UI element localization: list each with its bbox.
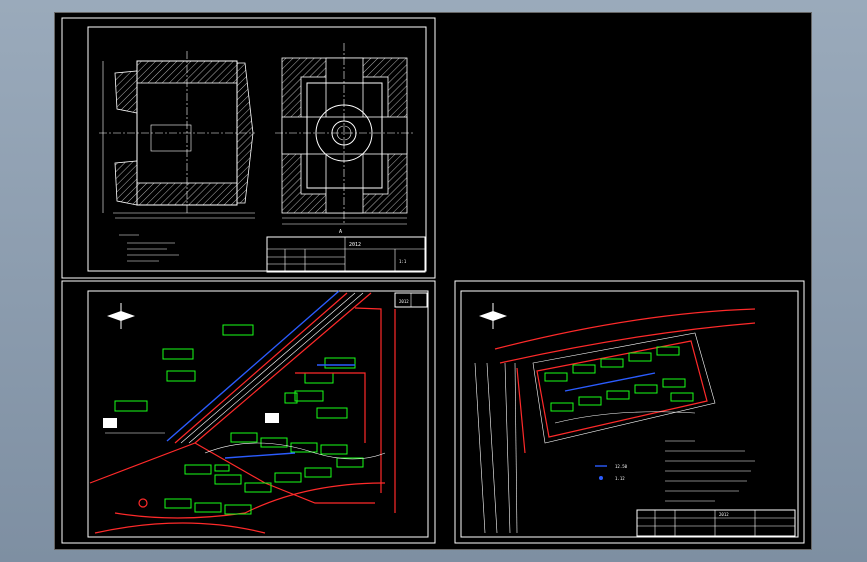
title-block-right-number: 2012	[719, 512, 729, 517]
part-top-view: A	[275, 43, 415, 235]
main-road	[89, 290, 396, 534]
right-notes	[665, 440, 755, 502]
title-block-left-number: 2012	[399, 299, 409, 304]
right-legend: 12.50 1.12	[595, 464, 628, 481]
legend-value-1: 12.50	[615, 464, 628, 469]
cad-drawing-canvas[interactable]: A 2012 1:1 12.50 1.12 2012 2012	[54, 12, 812, 550]
sheet-right-frame	[454, 280, 805, 544]
building-blocks	[114, 324, 364, 515]
section-label: A	[339, 229, 342, 235]
sheet-right[interactable]: 12.50 1.12 2012	[454, 280, 805, 544]
title-block-top-scale: 1:1	[399, 259, 407, 264]
north-arrow-icon-2	[479, 303, 507, 329]
title-block-right[interactable]: 2012	[636, 509, 796, 537]
sheet-right-border	[460, 290, 799, 538]
title-block-top-number: 2012	[349, 242, 361, 248]
technical-notes	[119, 234, 179, 262]
sheet-top[interactable]: A 2012 1:1	[61, 17, 436, 279]
sheet-left-border	[87, 290, 429, 538]
title-block-top[interactable]: 2012 1:1	[266, 236, 426, 273]
north-arrow-icon	[107, 303, 135, 329]
right-roads	[474, 308, 756, 534]
cad-drawing: A 2012 1:1 12.50 1.12 2012 2012	[61, 17, 805, 544]
sheet-left[interactable]	[61, 280, 436, 544]
part-front-view	[99, 51, 255, 219]
right-site-plan	[532, 332, 716, 444]
sheet-left-frame	[61, 280, 436, 544]
legend-value-2: 1.12	[615, 476, 625, 481]
